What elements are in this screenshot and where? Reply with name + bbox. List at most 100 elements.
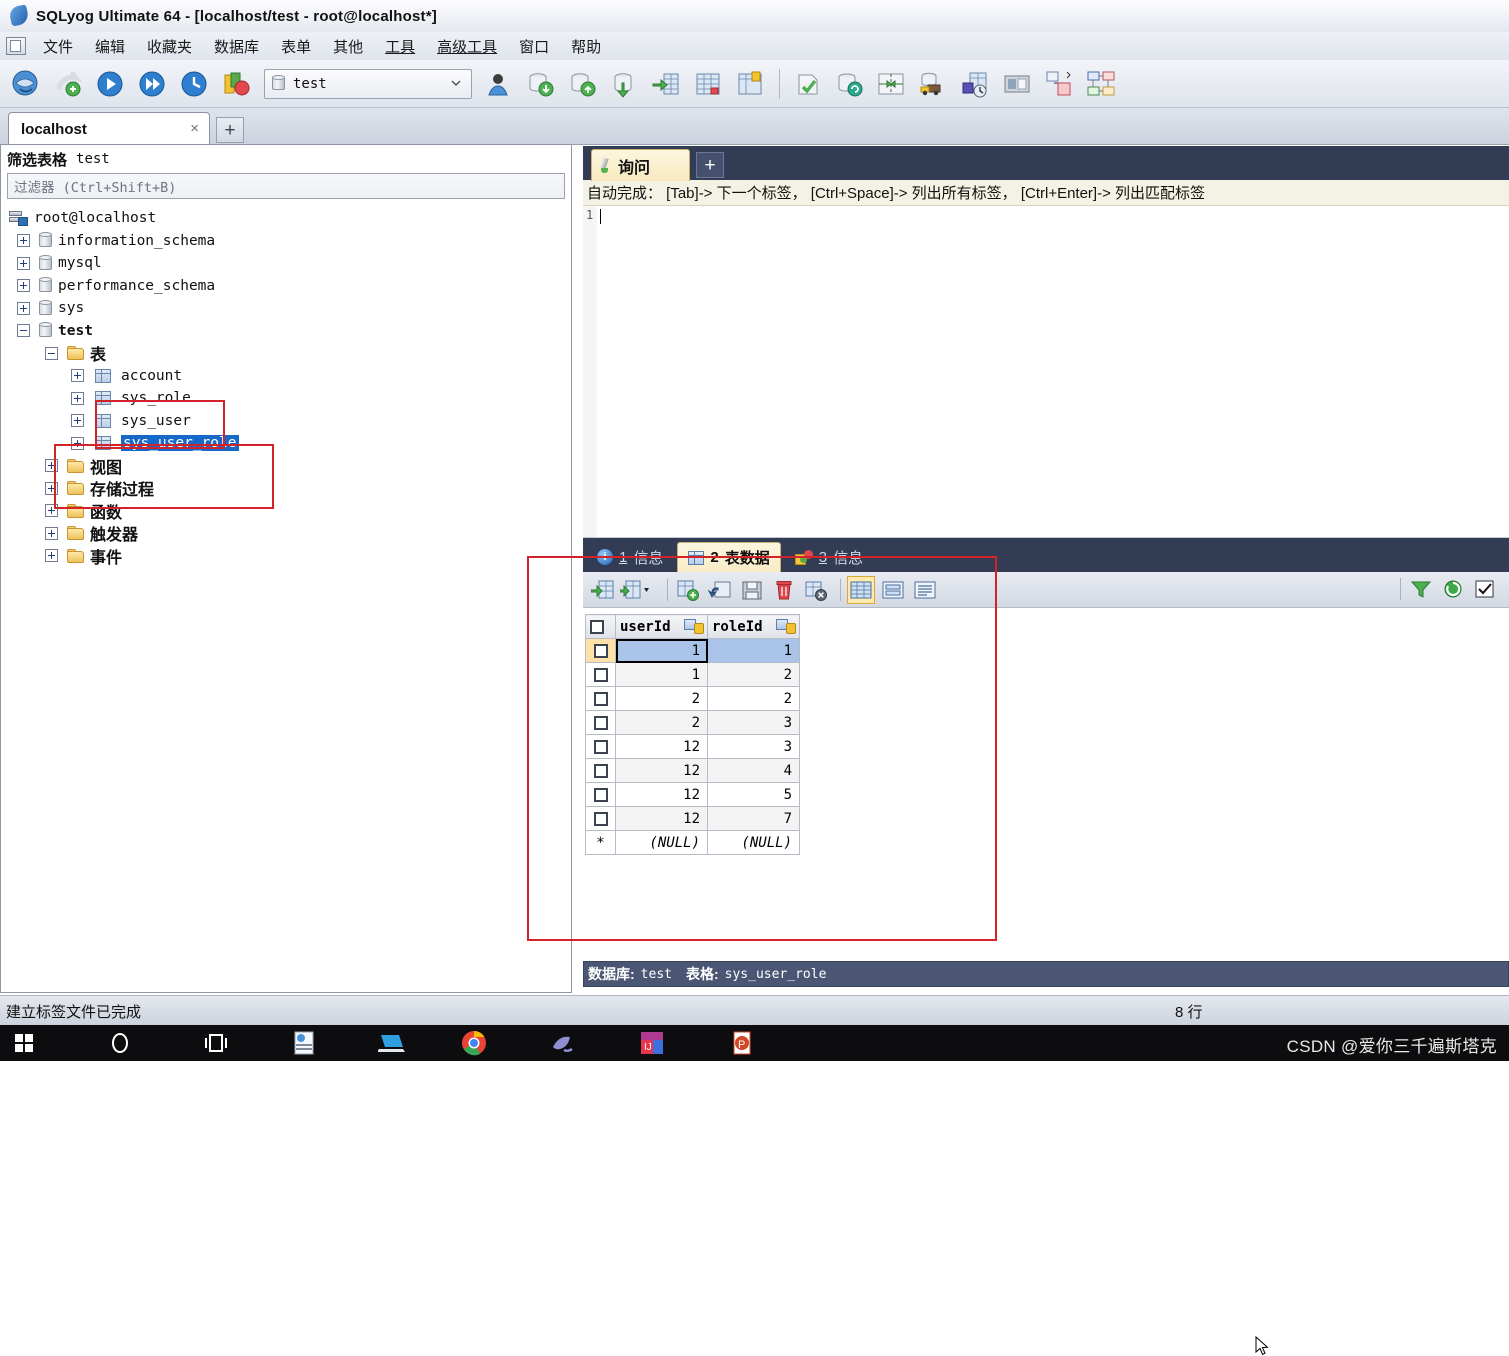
- tree-item-functions-folder[interactable]: 函数: [9, 500, 571, 523]
- table-row[interactable]: 2 3: [585, 710, 800, 735]
- expander-plus-icon[interactable]: [71, 436, 84, 450]
- tree-item-mysql[interactable]: mysql: [9, 252, 571, 275]
- refresh-icon[interactable]: [1439, 575, 1467, 603]
- expander-minus-icon[interactable]: [45, 346, 58, 360]
- cell-roleid[interactable]: 3: [707, 710, 800, 735]
- menu-item-window[interactable]: 窗口: [508, 33, 560, 60]
- checkbox-icon[interactable]: [593, 667, 608, 682]
- table-row[interactable]: 12 4: [585, 758, 800, 783]
- tab-table-data[interactable]: 2 表数据: [677, 542, 781, 572]
- task-view-icon[interactable]: [192, 1025, 240, 1061]
- refresh-object-browser-icon[interactable]: [48, 64, 88, 104]
- expander-plus-icon[interactable]: [45, 549, 58, 563]
- column-header-roleid[interactable]: roleId: [707, 614, 800, 639]
- tree-item-performance-schema[interactable]: performance_schema: [9, 275, 571, 298]
- tree-item-root[interactable]: root@localhost: [9, 207, 571, 230]
- cell-roleid[interactable]: 7: [707, 806, 800, 831]
- checkbox-icon[interactable]: [593, 787, 608, 802]
- cell-userid[interactable]: 12: [615, 758, 708, 783]
- menu-item-database[interactable]: 数据库: [203, 33, 270, 60]
- tree-item-information-schema[interactable]: information_schema: [9, 230, 571, 253]
- cell-userid[interactable]: 1: [615, 638, 708, 663]
- checkbox-icon[interactable]: [593, 739, 608, 754]
- expander-plus-icon[interactable]: [17, 301, 30, 315]
- connection-tab-localhost[interactable]: localhost ×: [8, 112, 210, 145]
- row-checkbox-cell[interactable]: [585, 638, 616, 663]
- sqlyog-icon[interactable]: [538, 1025, 586, 1061]
- cell-userid[interactable]: 2: [615, 710, 708, 735]
- file-explorer-icon[interactable]: [368, 1025, 416, 1061]
- table-row[interactable]: 1 2: [585, 662, 800, 687]
- expander-plus-icon[interactable]: [45, 481, 58, 495]
- windows-start-icon[interactable]: [0, 1025, 48, 1061]
- new-connection-icon[interactable]: [6, 64, 46, 104]
- search-icon[interactable]: [96, 1025, 144, 1061]
- stop-query-icon[interactable]: [174, 64, 214, 104]
- row-checkbox-cell[interactable]: [585, 758, 616, 783]
- row-checkbox-cell[interactable]: [585, 710, 616, 735]
- add-query-tab-button[interactable]: +: [696, 152, 724, 178]
- row-checkbox-cell[interactable]: [585, 782, 616, 807]
- tree-item-events-folder[interactable]: 事件: [9, 545, 571, 568]
- new-row[interactable]: * (NULL) (NULL): [585, 830, 800, 855]
- database-selector[interactable]: test: [264, 68, 472, 99]
- expander-plus-icon[interactable]: [71, 369, 84, 383]
- tree-item-test[interactable]: test: [9, 320, 571, 343]
- tree-item-table-sys-role[interactable]: sys_role: [9, 387, 571, 410]
- data-grid[interactable]: userId roleId 1 1 1 2 2 2 2 3 12 3 12 4 …: [585, 614, 800, 855]
- table-row[interactable]: 1 1: [585, 638, 800, 663]
- table-row[interactable]: 2 2: [585, 686, 800, 711]
- expander-plus-icon[interactable]: [45, 526, 58, 540]
- tree-item-table-sys-user[interactable]: sys_user: [9, 410, 571, 433]
- expander-plus-icon[interactable]: [17, 234, 30, 248]
- row-checkbox-cell[interactable]: [585, 734, 616, 759]
- visual-schema-icon[interactable]: [1039, 64, 1079, 104]
- cell-userid[interactable]: 12: [615, 806, 708, 831]
- execute-all-queries-icon[interactable]: [132, 64, 172, 104]
- delete-row-icon[interactable]: [770, 576, 798, 604]
- expander-plus-icon[interactable]: [17, 256, 30, 270]
- table-designer-icon[interactable]: [730, 64, 770, 104]
- query-tab[interactable]: 询问: [591, 149, 690, 181]
- filter-icon[interactable]: [1407, 575, 1435, 603]
- cell-userid[interactable]: 12: [615, 782, 708, 807]
- migration-icon[interactable]: [913, 64, 953, 104]
- sql-editor[interactable]: 1: [583, 206, 1509, 538]
- expander-plus-icon[interactable]: [71, 391, 84, 405]
- insert-row-dropdown-icon[interactable]: [620, 576, 657, 604]
- menu-item-form[interactable]: 表单: [270, 33, 322, 60]
- cell-roleid[interactable]: 1: [707, 638, 800, 663]
- database-sync-icon[interactable]: [829, 64, 869, 104]
- add-connection-tab-button[interactable]: +: [216, 117, 244, 143]
- tree-item-procedures-folder[interactable]: 存储过程: [9, 477, 571, 500]
- checkbox-icon[interactable]: [593, 643, 608, 658]
- compare-icon[interactable]: [871, 64, 911, 104]
- menu-item-file[interactable]: 文件: [32, 33, 84, 60]
- export-data-icon[interactable]: [562, 64, 602, 104]
- table-row[interactable]: 12 7: [585, 806, 800, 831]
- tab-info-1[interactable]: i 1 信息: [587, 542, 673, 572]
- row-checkbox-cell[interactable]: [585, 806, 616, 831]
- cell-roleid[interactable]: 2: [707, 662, 800, 687]
- duplicate-row-icon[interactable]: [674, 576, 702, 604]
- tree-item-table-sys-user-role[interactable]: sys_user_role: [9, 432, 571, 455]
- sync-icon[interactable]: [216, 64, 256, 104]
- expander-plus-icon[interactable]: [45, 504, 58, 518]
- cell-roleid[interactable]: 4: [707, 758, 800, 783]
- notification-services-icon[interactable]: [997, 64, 1037, 104]
- cell-roleid-null[interactable]: (NULL): [707, 830, 800, 855]
- cell-roleid[interactable]: 2: [707, 686, 800, 711]
- table-row[interactable]: 12 3: [585, 734, 800, 759]
- import-external-data-icon[interactable]: [646, 64, 686, 104]
- office-app-icon[interactable]: [280, 1025, 328, 1061]
- tab-info-3[interactable]: 3 信息: [785, 542, 873, 572]
- cell-userid[interactable]: 2: [615, 686, 708, 711]
- table-data-icon[interactable]: [688, 64, 728, 104]
- tree-item-table-account[interactable]: account: [9, 365, 571, 388]
- scheduled-backup-icon[interactable]: [955, 64, 995, 104]
- tree-item-views-folder[interactable]: 视图: [9, 455, 571, 478]
- insert-row-icon[interactable]: [589, 576, 617, 604]
- grid-view-icon[interactable]: [847, 575, 875, 604]
- form-view-icon[interactable]: [879, 576, 907, 604]
- tree-item-tables-folder[interactable]: 表: [9, 342, 571, 365]
